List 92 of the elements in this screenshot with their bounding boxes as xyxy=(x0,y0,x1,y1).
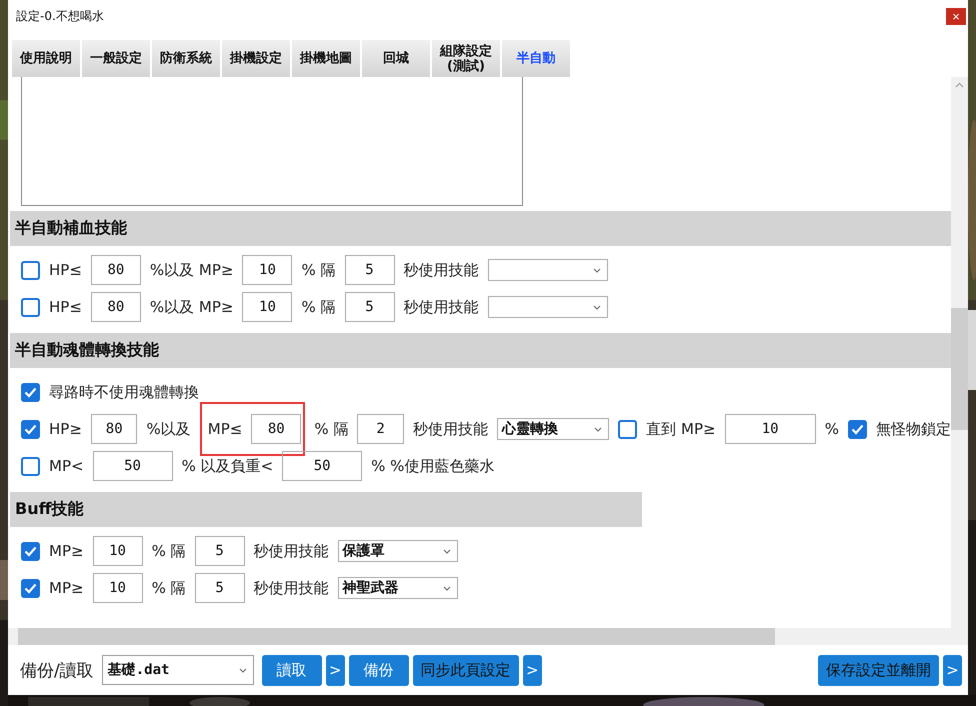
field-label: 秒使用技能 xyxy=(254,578,329,598)
file-dropdown[interactable]: 基礎.dat xyxy=(102,655,254,685)
action-button[interactable]: 讀取 xyxy=(262,654,322,686)
checkbox[interactable] xyxy=(21,420,40,438)
field-label: HP≤ xyxy=(49,261,82,279)
checkbox[interactable] xyxy=(21,298,40,316)
scrollbar-thumb[interactable] xyxy=(18,628,775,645)
chevron-down-icon xyxy=(592,304,601,310)
field-label: 秒使用技能 xyxy=(404,298,479,316)
number-field[interactable]: 80 xyxy=(90,292,141,322)
number-field[interactable]: 50 xyxy=(92,451,173,481)
chevron-down-icon xyxy=(238,668,247,672)
number-field[interactable]: 10 xyxy=(242,255,292,285)
action-button[interactable]: 備份 xyxy=(348,654,409,686)
field-label: %以及 MP≥ xyxy=(150,298,234,316)
field-label: % 以及負重< xyxy=(182,456,274,476)
action-button[interactable]: 保存設定並離開 xyxy=(818,654,939,686)
section-title: Buff技能 xyxy=(15,499,84,520)
skill-dropdown[interactable]: 心靈轉換 xyxy=(496,418,610,440)
field-label: % 隔 xyxy=(152,578,186,598)
tab[interactable]: 防衛系統 xyxy=(152,40,220,77)
field-label: 直到 MP≥ xyxy=(646,420,716,438)
number-field[interactable]: 80 xyxy=(90,255,141,285)
field-label: % 隔 xyxy=(301,298,336,316)
field-label: 秒使用技能 xyxy=(404,260,479,280)
checkbox[interactable] xyxy=(21,260,40,280)
tab[interactable]: 使用說明 xyxy=(12,40,80,77)
window-title: 設定-0.不想喝水 xyxy=(16,8,104,24)
tab[interactable]: 掛機地圖 xyxy=(292,40,360,77)
chevron-down-icon xyxy=(442,586,451,590)
skill-dropdown[interactable]: 保護罩 xyxy=(338,540,458,562)
more-button[interactable]: > xyxy=(943,654,962,686)
number-field[interactable]: 5 xyxy=(194,536,245,566)
more-button[interactable]: > xyxy=(326,654,345,686)
checkbox[interactable] xyxy=(21,542,40,560)
tab[interactable]: 組隊設定 (測試) xyxy=(432,40,500,77)
tab[interactable]: 半自動 xyxy=(502,40,570,77)
number-field[interactable]: 2 xyxy=(357,414,404,444)
field-label: MP≥ xyxy=(49,579,84,597)
field-label: 秒使用技能 xyxy=(254,542,329,560)
checkbox[interactable] xyxy=(21,456,40,476)
field-label: % xyxy=(824,420,839,438)
skill-dropdown[interactable]: 神聖武器 xyxy=(338,577,458,599)
field-label: MP≥ xyxy=(49,542,84,560)
backup-label: 備份/讀取 xyxy=(20,660,94,682)
number-field[interactable]: 50 xyxy=(282,451,362,481)
check-icon xyxy=(24,582,37,594)
action-button[interactable]: 同步此頁設定 xyxy=(412,654,519,686)
field-label: %以及 xyxy=(146,420,191,438)
field-label: HP≤ xyxy=(49,298,82,316)
checkbox[interactable] xyxy=(21,382,40,402)
check-icon xyxy=(24,386,37,398)
number-field[interactable]: 5 xyxy=(344,255,395,285)
field-label: MP< xyxy=(49,457,84,475)
field-label: % 隔 xyxy=(314,420,348,438)
check-icon xyxy=(24,546,37,556)
tab[interactable]: 掛機設定 xyxy=(222,40,290,77)
chevron-down-icon xyxy=(592,268,601,272)
field-label: %以及 MP≥ xyxy=(150,260,234,280)
chevron-down-icon xyxy=(594,426,602,432)
field-label: 秒使用技能 xyxy=(412,420,488,438)
more-button[interactable]: > xyxy=(522,654,542,686)
number-field[interactable]: 5 xyxy=(344,292,395,322)
close-button[interactable]: × xyxy=(946,8,966,24)
scrollbar-thumb[interactable] xyxy=(951,308,968,430)
number-field[interactable]: 10 xyxy=(92,573,143,603)
check-icon xyxy=(24,424,37,434)
section-title: 半自動補血技能 xyxy=(15,218,127,239)
field-label: 無怪物鎖定 xyxy=(876,420,951,438)
section-title: 半自動魂體轉換技能 xyxy=(15,340,159,361)
tab[interactable]: 一般設定 xyxy=(82,40,150,77)
chevron-up-icon[interactable] xyxy=(955,82,964,88)
field-label: HP≥ xyxy=(49,420,82,438)
field-label: MP≤ xyxy=(208,420,242,438)
number-field[interactable]: 10 xyxy=(724,414,816,444)
chevron-down-icon xyxy=(442,548,451,554)
tab[interactable]: 回城 xyxy=(362,40,430,77)
number-field[interactable]: 5 xyxy=(194,573,245,603)
field-label: 尋路時不使用魂體轉換 xyxy=(49,382,199,402)
number-field[interactable]: 80 xyxy=(90,414,138,444)
check-icon xyxy=(851,424,864,434)
checkbox[interactable] xyxy=(21,578,40,598)
horizontal-scrollbar[interactable] xyxy=(8,628,968,645)
checkbox[interactable] xyxy=(618,420,638,438)
number-field[interactable]: 10 xyxy=(242,292,292,322)
vertical-scrollbar[interactable] xyxy=(951,77,968,628)
field-label: % %使用藍色藥水 xyxy=(371,456,494,476)
field-label: % 隔 xyxy=(301,260,336,280)
field-label: % 隔 xyxy=(152,542,186,560)
number-field[interactable]: 10 xyxy=(92,536,143,566)
checkbox[interactable] xyxy=(848,420,867,438)
number-field[interactable]: 80 xyxy=(251,414,302,444)
